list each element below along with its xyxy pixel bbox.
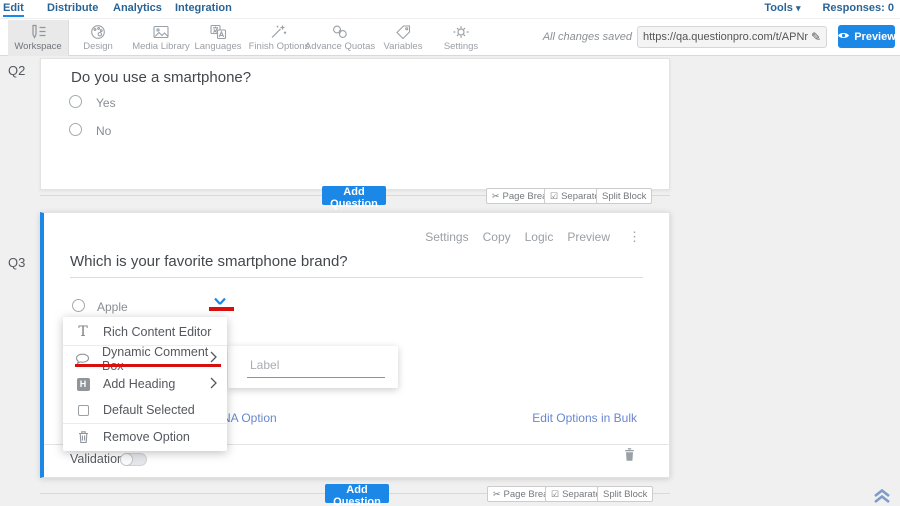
survey-url-box: ✎ — [637, 26, 827, 48]
preview-button[interactable]: Preview — [838, 25, 895, 48]
chevron-down-icon: ▾ — [796, 3, 801, 13]
nav-distribute[interactable]: Distribute — [47, 2, 98, 14]
gear-icon — [451, 24, 471, 40]
question-title[interactable]: Which is your favorite smartphone brand? — [70, 253, 348, 270]
edit-url-pencil-icon[interactable]: ✎ — [811, 30, 821, 44]
toggle-knob — [120, 453, 133, 466]
tab-design[interactable]: Design — [73, 20, 123, 56]
trash-icon — [75, 430, 91, 444]
nav-integration[interactable]: Integration — [175, 2, 232, 14]
tab-label: Variables — [384, 41, 423, 52]
tab-variables[interactable]: Variables — [377, 20, 429, 56]
separator-icon: ☑ — [550, 191, 558, 202]
menu-item-remove-option[interactable]: Remove Option — [63, 423, 227, 449]
tab-settings[interactable]: Settings — [433, 20, 489, 56]
add-question-button[interactable]: Add Question — [325, 484, 389, 503]
tab-label: Finish Options — [249, 41, 310, 52]
validation-label: Validation — [70, 452, 124, 466]
tab-workspace[interactable]: Workspace — [8, 20, 69, 56]
scroll-to-top-icon[interactable] — [871, 489, 893, 506]
question-actions: Settings Copy Logic Preview ⋮ — [425, 229, 641, 245]
validation-toggle[interactable] — [120, 453, 147, 466]
text-icon: T — [75, 324, 91, 340]
image-icon — [151, 24, 171, 40]
split-block-button[interactable]: Split Block — [596, 188, 652, 204]
scissors-icon: ✂ — [492, 191, 500, 202]
split-block-button[interactable]: Split Block — [597, 486, 653, 502]
quota-links-icon — [330, 24, 350, 40]
tab-label: Languages — [194, 41, 241, 52]
delete-question-trash-icon[interactable] — [623, 447, 636, 467]
tools-menu[interactable]: Tools ▾ — [764, 2, 800, 14]
workspace-icon — [28, 24, 48, 40]
save-status: All changes saved — [520, 31, 632, 43]
toolbar: Workspace Design Media Library Languages… — [0, 18, 900, 56]
question-logic-link[interactable]: Logic — [525, 230, 554, 244]
option-context-menu: T Rich Content Editor Dynamic Comment Bo… — [63, 317, 227, 451]
question-copy-link[interactable]: Copy — [483, 230, 511, 244]
eye-icon — [837, 31, 850, 43]
magic-wand-icon — [269, 24, 289, 40]
question-number-q3: Q3 — [8, 255, 25, 270]
tab-advance-quotas[interactable]: Advance Quotas — [303, 20, 377, 56]
responses-count[interactable]: Responses: 0 — [822, 2, 894, 14]
translate-icon — [208, 24, 228, 40]
option-label-yes[interactable]: Yes — [96, 96, 116, 110]
radio-no[interactable] — [69, 123, 82, 136]
tab-label: Workspace — [14, 41, 61, 52]
question-input-underline — [70, 277, 643, 278]
chevron-right-icon — [210, 377, 217, 392]
question-settings-link[interactable]: Settings — [425, 230, 468, 244]
question-card-q2: Do you use a smartphone? Yes No — [40, 58, 670, 190]
separator-icon: ☑ — [551, 489, 559, 500]
tag-icon — [393, 24, 413, 40]
tab-label: Settings — [444, 41, 478, 52]
question-number-q2: Q2 — [8, 63, 25, 78]
menu-item-rich-content-editor[interactable]: T Rich Content Editor — [63, 319, 227, 345]
tab-label: Advance Quotas — [305, 41, 375, 52]
tab-label: Media Library — [132, 41, 190, 52]
option-label-no[interactable]: No — [96, 124, 111, 138]
menu-item-dynamic-comment-box[interactable]: Dynamic Comment Box — [63, 345, 227, 371]
comment-box-submenu — [228, 346, 398, 388]
heading-icon: H — [75, 378, 91, 391]
menu-item-add-heading[interactable]: H Add Heading — [63, 371, 227, 397]
more-options-icon[interactable]: ⋮ — [628, 229, 641, 245]
palette-icon — [88, 24, 108, 40]
question-title[interactable]: Do you use a smartphone? — [71, 69, 251, 86]
radio-apple[interactable] — [72, 299, 85, 312]
add-question-button[interactable]: Add Question — [322, 186, 386, 205]
tab-media-library[interactable]: Media Library — [128, 20, 194, 56]
tab-languages[interactable]: Languages — [191, 20, 245, 56]
nav-analytics[interactable]: Analytics — [113, 2, 162, 14]
top-nav: Edit Distribute Analytics Integration To… — [0, 0, 900, 18]
tab-label: Design — [83, 41, 113, 52]
label-input[interactable] — [247, 354, 385, 378]
survey-url-input[interactable] — [643, 31, 808, 43]
nav-edit[interactable]: Edit — [3, 2, 24, 17]
scissors-icon: ✂ — [493, 489, 501, 500]
option-label-apple[interactable]: Apple — [97, 300, 128, 314]
radio-yes[interactable] — [69, 95, 82, 108]
question-preview-link[interactable]: Preview — [567, 230, 610, 244]
annotation-underline-menu-item — [75, 364, 221, 367]
checkbox-icon — [75, 405, 91, 416]
na-option-link[interactable]: NA Option — [222, 411, 277, 425]
edit-options-in-bulk-link[interactable]: Edit Options in Bulk — [532, 411, 637, 425]
menu-item-default-selected[interactable]: Default Selected — [63, 397, 227, 423]
comment-bubble-icon — [75, 353, 90, 365]
annotation-underline-chevron — [209, 307, 234, 311]
